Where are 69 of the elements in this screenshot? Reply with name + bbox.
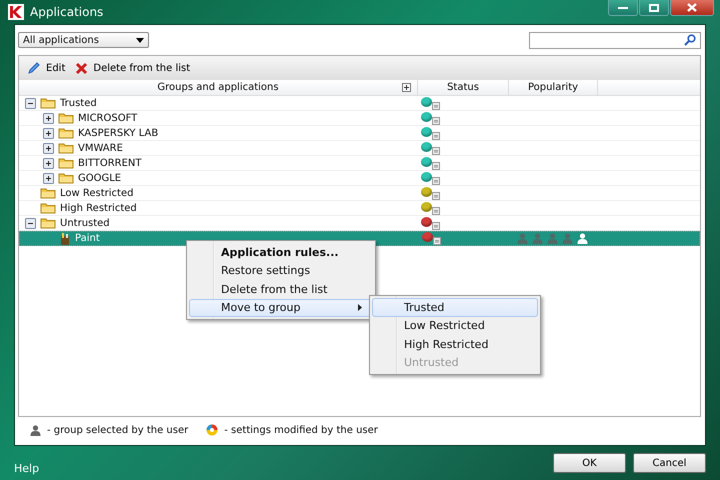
tree-item-label: KASPERSKY LAB — [78, 128, 158, 138]
legend-text: - settings modified by the user — [224, 424, 378, 436]
menu-item[interactable]: Trusted — [372, 298, 538, 316]
delete-icon — [75, 62, 88, 74]
tree-row[interactable]: VMWARE — [19, 141, 700, 156]
tree-item-label: Untrusted — [60, 218, 110, 228]
tree-item-label: VMWARE — [78, 142, 123, 154]
edit-button[interactable]: Edit — [25, 61, 68, 75]
expand-icon[interactable] — [43, 172, 54, 184]
minimize-button[interactable] — [608, 0, 638, 16]
expand-icon[interactable] — [43, 142, 54, 154]
tree-item-label: GOOGLE — [78, 172, 122, 184]
maximize-icon — [649, 4, 659, 12]
tree-row[interactable]: MICROSOFT — [19, 111, 700, 126]
column-header[interactable]: Status — [447, 82, 479, 93]
column-header[interactable]: Popularity — [528, 82, 578, 93]
person-icon — [30, 424, 41, 436]
paint-jar-icon — [59, 232, 71, 246]
window-title: Applications — [30, 5, 104, 19]
caret-icon — [136, 38, 144, 42]
menu-item[interactable]: Low Restricted — [372, 316, 538, 335]
menu-item[interactable]: High Restricted — [372, 335, 538, 354]
expand-icon[interactable] — [43, 112, 54, 124]
tree-row[interactable]: KASPERSKY LAB — [19, 126, 700, 141]
tree-row[interactable]: High Restricted — [19, 201, 700, 216]
folder-icon — [40, 202, 56, 214]
delete-button[interactable]: Delete from the list — [73, 62, 192, 74]
modified-settings-icon — [206, 424, 218, 436]
folder-icon — [40, 187, 56, 199]
folder-icon — [58, 142, 74, 154]
minimize-icon — [618, 6, 628, 10]
folder-icon — [58, 172, 74, 184]
pencil-icon — [27, 61, 41, 75]
menu-item[interactable]: Delete from the list — [189, 280, 373, 298]
help-link[interactable]: Help — [14, 462, 40, 474]
ok-button[interactable]: OK — [553, 453, 626, 473]
collapse-icon[interactable] — [25, 218, 36, 228]
search-icon — [684, 34, 696, 46]
tree-item-label: Paint — [75, 233, 100, 244]
tree-item-label: High Restricted — [60, 202, 137, 214]
expand-icon[interactable] — [402, 83, 411, 92]
cancel-button[interactable]: Cancel — [633, 453, 706, 473]
folder-icon — [58, 157, 74, 169]
filter-dropdown[interactable]: All applications — [18, 32, 149, 48]
folder-icon — [58, 112, 74, 124]
folder-icon — [40, 217, 56, 229]
close-button[interactable] — [670, 0, 714, 16]
close-icon — [687, 3, 697, 12]
tree-item-label: Low Restricted — [60, 188, 134, 198]
legend-text: - group selected by the user — [47, 424, 188, 436]
tree-row[interactable]: Trusted — [19, 96, 700, 111]
tree-item-label: MICROSOFT — [78, 112, 138, 124]
tree-item-label: BITTORRENT — [78, 158, 142, 168]
popularity-drawing — [516, 233, 588, 244]
maximize-button[interactable] — [639, 0, 669, 16]
expand-icon[interactable] — [43, 128, 54, 138]
tree-row[interactable]: GOOGLE — [19, 171, 700, 186]
menu-item[interactable]: Restore settings — [189, 262, 373, 280]
tree-item-label: Trusted — [60, 98, 97, 108]
app-logo-icon — [8, 4, 24, 20]
column-header[interactable]: Groups and applications — [157, 82, 279, 93]
expand-icon[interactable] — [43, 158, 54, 168]
folder-icon — [58, 127, 74, 139]
collapse-icon[interactable] — [25, 98, 36, 108]
tree-row[interactable]: BITTORRENT — [19, 156, 700, 171]
folder-icon — [40, 97, 56, 109]
tree-row[interactable]: Low Restricted — [19, 186, 700, 201]
search-field[interactable] — [529, 32, 701, 48]
menu-item[interactable]: Application rules... — [189, 243, 373, 262]
